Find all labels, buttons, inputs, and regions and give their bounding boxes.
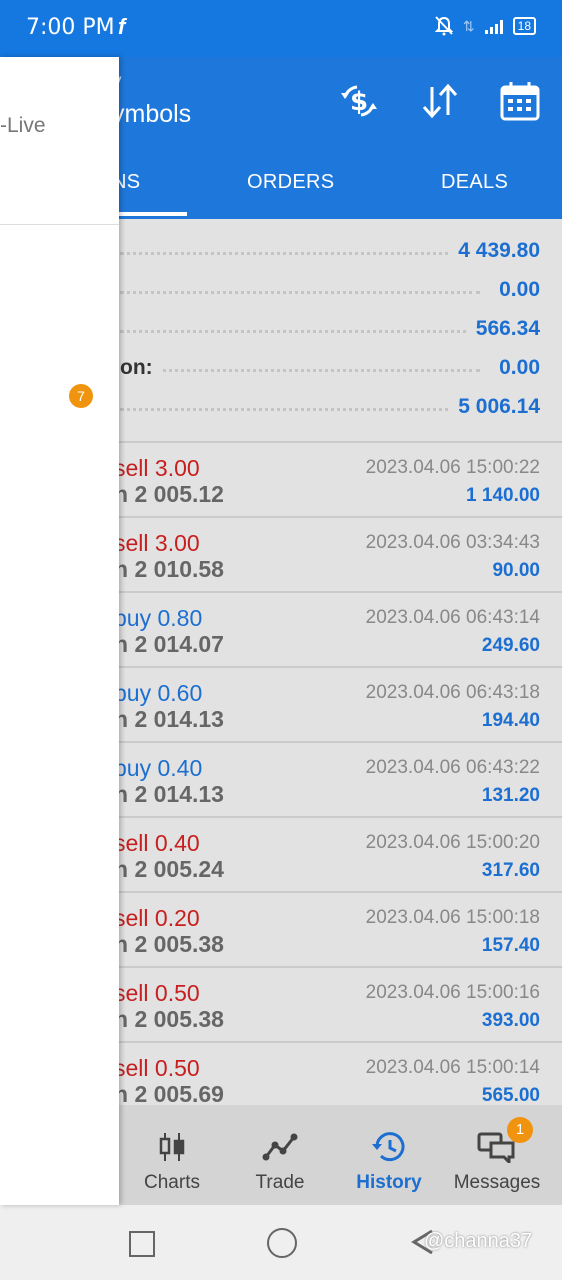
currency-exchange-icon: $: [341, 85, 377, 117]
deal-profit: 157.40: [481, 935, 540, 956]
deposit-button[interactable]: $: [337, 79, 381, 123]
summary-row: 4 439.80: [120, 236, 540, 268]
deal-profit: 393.00: [481, 1010, 540, 1031]
divider: [0, 224, 119, 225]
side-drawer: -Live 7: [0, 57, 119, 1205]
status-icons: ⇅ 18: [434, 16, 536, 36]
deal-time: 2023.04.06 06:43:22: [365, 757, 540, 778]
summary-value: 0.00: [489, 356, 540, 380]
tab-deals[interactable]: DEALS: [441, 171, 508, 194]
deal-type: sell 0.50: [114, 1055, 200, 1081]
deal-time: 2023.04.06 15:00:16: [365, 982, 540, 1003]
deal-price: n 2 005.69: [114, 1081, 224, 1107]
sort-arrows-icon: [422, 83, 458, 119]
deal-profit: 194.40: [481, 710, 540, 731]
deal-time: 2023.04.06 15:00:20: [365, 832, 540, 853]
deal-price: n 2 014.13: [114, 781, 224, 807]
summary-row: 0.00: [120, 275, 540, 307]
deal-time: 2023.04.06 06:43:14: [365, 607, 540, 628]
candlestick-icon: [159, 1133, 185, 1161]
facebook-notification-icon: f: [118, 14, 126, 39]
deal-price: n 2 005.38: [114, 1006, 224, 1032]
summary-row: 5 006.14: [120, 392, 540, 424]
deal-time: 2023.04.06 15:00:22: [365, 457, 540, 478]
signal-icon: [484, 18, 503, 34]
nav-messages[interactable]: Messages: [442, 1105, 552, 1205]
calendar-icon: [500, 82, 540, 121]
watermark: @channa37: [424, 1230, 533, 1252]
app-bar-title: ymbols: [112, 100, 192, 128]
nav-label: Charts: [144, 1172, 200, 1193]
deal-profit: 131.20: [481, 785, 540, 806]
summary-value: 566.34: [465, 317, 540, 341]
deal-type: sell 3.00: [114, 530, 200, 556]
summary-label: on:: [120, 356, 163, 380]
tab-indicator: [112, 212, 187, 216]
deal-price: n 2 014.13: [114, 706, 224, 732]
deal-profit: 249.60: [481, 635, 540, 656]
drawer-badge: 7: [69, 384, 93, 408]
deal-profit: 317.60: [481, 860, 540, 881]
deal-time: 2023.04.06 15:00:18: [365, 907, 540, 928]
deal-price: n 2 010.58: [114, 556, 224, 582]
deal-price: n 2 014.07: [114, 631, 224, 657]
nav-label: Messages: [453, 1172, 541, 1193]
deal-profit: 90.00: [492, 560, 540, 581]
system-nav-bar: @channa37: [0, 1205, 562, 1280]
messages-badge: 1: [507, 1117, 533, 1143]
deal-type: buy 0.80: [114, 605, 203, 631]
deal-price: n 2 005.12: [114, 481, 224, 507]
summary-value: 5 006.14: [448, 395, 540, 419]
deal-time: 2023.04.06 06:43:18: [365, 682, 540, 703]
deal-price: n 2 005.38: [114, 931, 224, 957]
battery-icon: 18: [512, 17, 536, 35]
nav-label: Trade: [255, 1172, 305, 1193]
date-range-button[interactable]: [498, 79, 542, 123]
deal-profit: 1 140.00: [466, 485, 540, 506]
summary-value: 0.00: [489, 278, 540, 302]
deal-price: n 2 005.24: [114, 856, 224, 882]
data-arrows-icon: ⇅: [462, 17, 475, 34]
sort-button[interactable]: [418, 79, 462, 123]
nav-label: History: [356, 1172, 422, 1193]
deal-time: 2023.04.06 15:00:14: [365, 1057, 540, 1078]
trend-line-icon: [262, 1133, 298, 1161]
drawer-account-label[interactable]: -Live: [0, 114, 46, 138]
nav-history[interactable]: History: [334, 1105, 444, 1205]
nav-charts[interactable]: Charts: [117, 1105, 227, 1205]
summary-value: 4 439.80: [448, 239, 540, 263]
deal-type: sell 3.00: [114, 455, 200, 481]
deal-type: buy 0.60: [114, 680, 203, 706]
deal-type: sell 0.20: [114, 905, 200, 931]
deal-type: buy 0.40: [114, 755, 203, 781]
summary-row: on: 0.00: [120, 353, 540, 385]
deal-type: sell 0.40: [114, 830, 200, 856]
nav-trade[interactable]: Trade: [225, 1105, 335, 1205]
tab-orders[interactable]: ORDERS: [247, 171, 334, 194]
history-icon: [372, 1132, 405, 1162]
summary-row: 566.34: [120, 314, 540, 346]
home-icon[interactable]: [267, 1228, 297, 1258]
deal-type: sell 0.50: [114, 980, 200, 1006]
recent-apps-icon[interactable]: [129, 1231, 155, 1257]
notifications-off-icon: [434, 16, 453, 36]
deal-time: 2023.04.06 03:34:43: [365, 532, 540, 553]
status-bar: 7:00 PM f ⇅ 18: [0, 0, 562, 57]
deal-profit: 565.00: [481, 1085, 540, 1106]
status-time: 7:00 PM: [26, 15, 115, 40]
